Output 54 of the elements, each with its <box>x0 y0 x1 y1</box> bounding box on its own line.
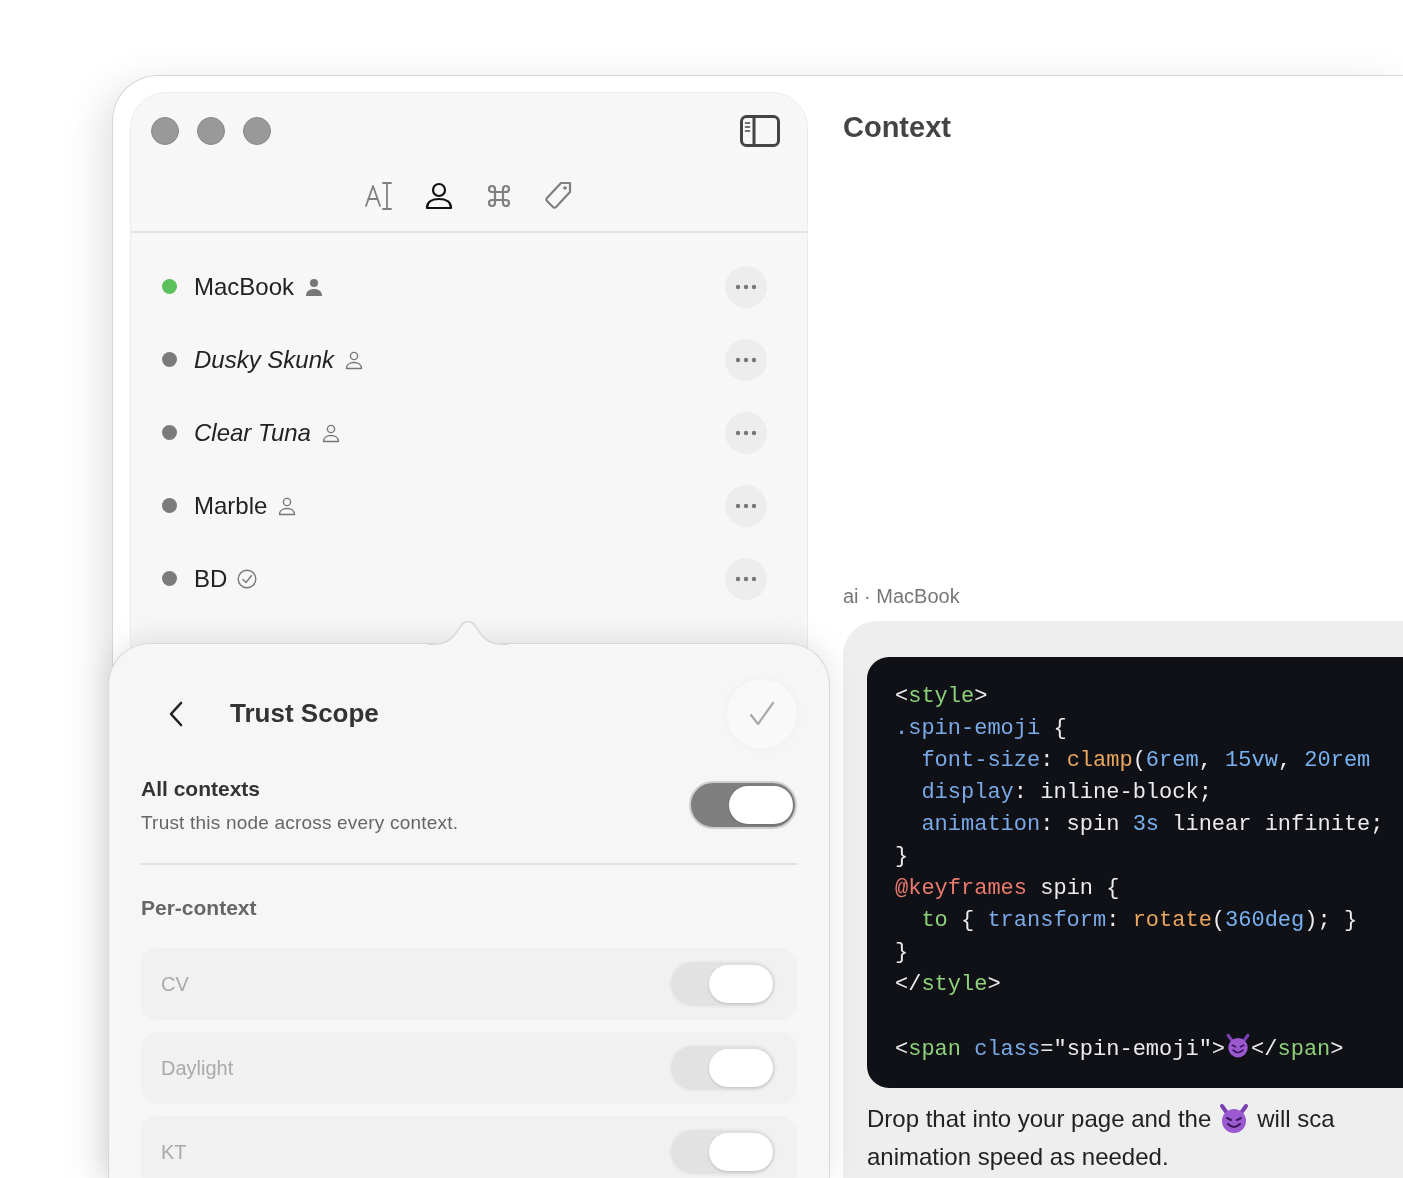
person-tab[interactable] <box>423 180 455 212</box>
section-label: Per-context <box>141 895 258 921</box>
code-line: <style> <box>895 682 989 711</box>
more-button[interactable] <box>725 411 767 454</box>
more-button[interactable] <box>725 484 767 527</box>
devil-face-icon <box>1225 1032 1252 1059</box>
node-name: Marble <box>194 490 268 521</box>
code-line: animation: spin 3s linear infinite; <box>920 810 1385 839</box>
code-line: } <box>895 842 910 871</box>
ellipsis-icon <box>735 356 757 363</box>
node-name: Clear Tuna <box>194 417 311 448</box>
ellipsis-icon <box>735 283 757 290</box>
popover-title: Trust Scope <box>230 698 379 730</box>
person-outline-icon <box>277 495 298 516</box>
code-line: </style> <box>895 970 1002 999</box>
check-circle-icon <box>237 568 258 589</box>
person-outline-icon <box>344 349 365 370</box>
code-line: display: inline-block; <box>920 778 1213 807</box>
more-button[interactable] <box>725 265 767 308</box>
more-button[interactable] <box>725 338 767 381</box>
checkmark-icon <box>749 701 775 727</box>
devil-face-icon <box>1218 1102 1251 1135</box>
context-name: Daylight <box>161 1055 234 1081</box>
code-line: .spin-emoji { <box>895 714 1068 743</box>
person-icon <box>304 276 325 297</box>
code-line: } <box>895 938 910 967</box>
node-name: MacBook <box>194 271 295 302</box>
sidebar-toggle-icon[interactable] <box>740 115 780 147</box>
code-line: @keyframes spin { <box>895 874 1121 903</box>
message-text: animation speed as needed. <box>867 1141 1169 1172</box>
ellipsis-icon <box>735 502 757 509</box>
setting-label: All contexts <box>141 776 262 802</box>
more-button[interactable] <box>725 557 767 600</box>
node-name: BD <box>194 563 228 594</box>
ellipsis-icon <box>735 429 757 436</box>
context-name: KT <box>161 1139 187 1165</box>
message-text: Drop that into your page and the <box>867 1103 1212 1134</box>
window-control[interactable] <box>243 117 271 145</box>
chevron-left-icon <box>168 701 184 727</box>
code-line: <span class="spin-emoji"> </span> <box>895 1032 1403 1065</box>
code-line: to { transform: rotate(360deg); } <box>920 906 1359 935</box>
setting-description: Trust this node across every context. <box>141 810 459 835</box>
person-outline-icon <box>320 422 341 443</box>
window-control[interactable] <box>197 117 225 145</box>
toggle-switch[interactable] <box>689 781 797 829</box>
page-title: Context <box>843 110 952 145</box>
code-line: font-size: clamp(6rem, 15vw, 20rem <box>920 746 1372 775</box>
window-control[interactable] <box>151 117 179 145</box>
context-name: CV <box>161 971 189 997</box>
ellipsis-icon <box>735 575 757 582</box>
message-sender: ai · MacBook <box>843 583 961 609</box>
text-cursor-tab[interactable] <box>363 180 395 212</box>
message-text: will sca <box>1257 1103 1335 1134</box>
node-name: Dusky Skunk <box>194 344 335 375</box>
